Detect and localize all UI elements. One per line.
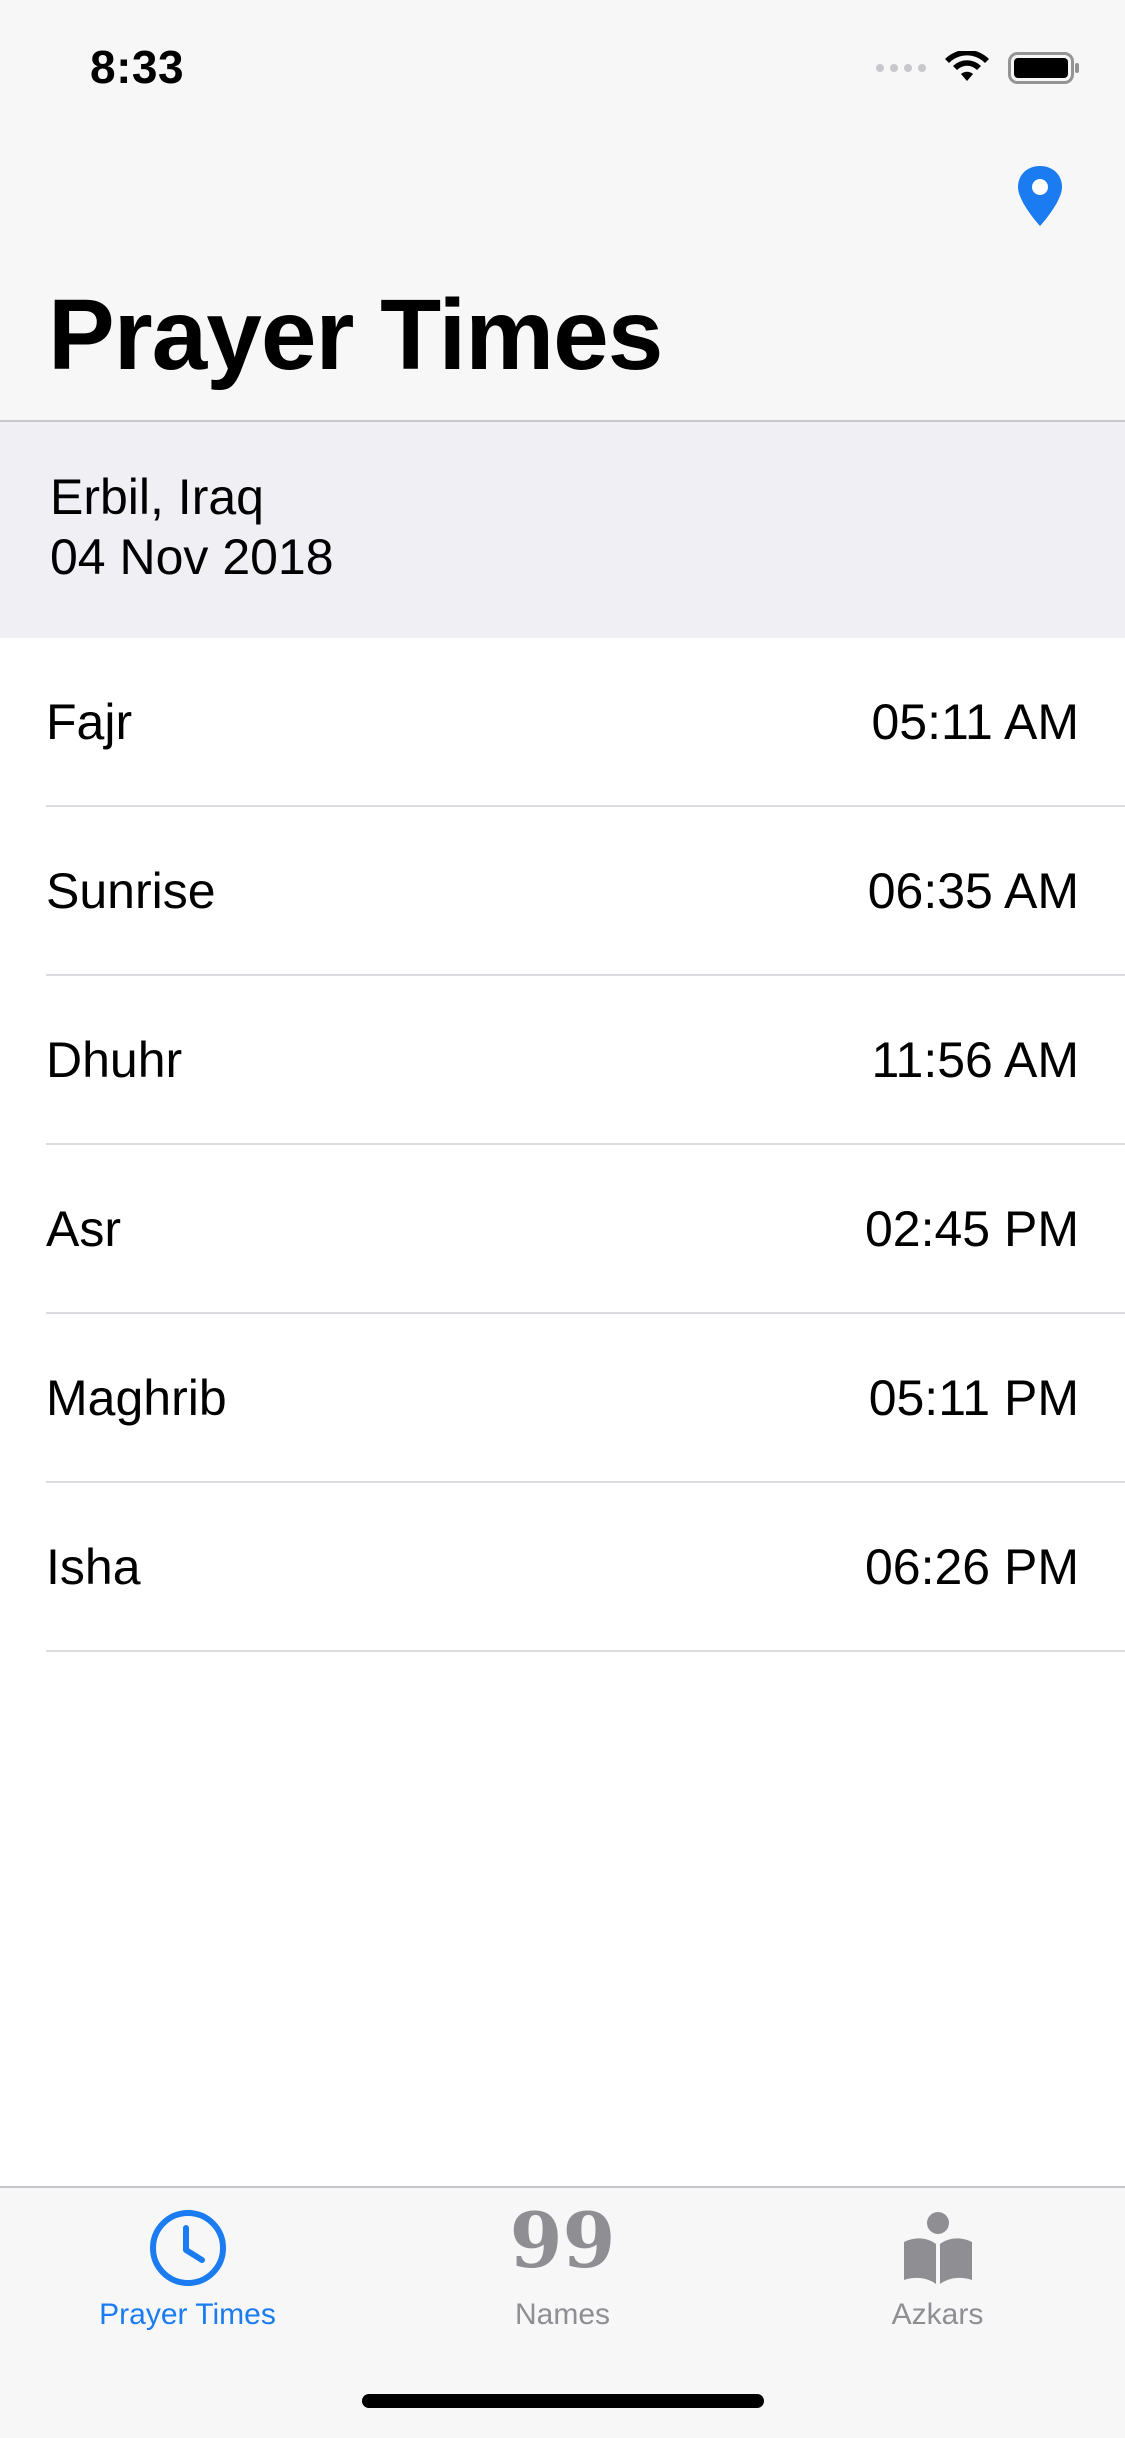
clock-icon [149,2210,226,2286]
prayer-time: 11:56 AM [871,1032,1079,1088]
tab-label: Names [514,2298,611,2331]
prayer-row-sunrise[interactable]: Sunrise 06:35 AM [46,807,1125,976]
cellular-signal-icon [876,64,926,72]
navigation-bar: Prayer Times [0,140,1125,422]
prayer-row-asr[interactable]: Asr 02:45 PM [46,1145,1125,1314]
date-label: 04 Nov 2018 [50,529,334,585]
status-icons [876,48,1080,88]
status-time: 8:33 [90,41,185,93]
location-pin-icon[interactable] [1015,164,1065,228]
location-label: Erbil, Iraq [50,469,264,525]
ninety-nine-icon: 99 [509,2196,616,2285]
prayer-name: Maghrib [46,1370,227,1426]
prayer-time: 06:35 AM [867,863,1079,919]
location-date-header: Erbil, Iraq 04 Nov 2018 [0,422,1125,638]
prayer-time: 02:45 PM [864,1201,1079,1257]
prayer-name: Asr [46,1201,121,1257]
prayer-name: Isha [46,1539,141,1595]
battery-icon [1008,52,1079,84]
page-title: Prayer Times [48,279,663,391]
status-bar: 8:33 [0,0,1125,140]
prayer-row-fajr[interactable]: Fajr 05:11 AM [46,638,1125,807]
wifi-icon [945,51,989,81]
prayer-name: Dhuhr [46,1032,183,1088]
prayer-row-maghrib[interactable]: Maghrib 05:11 PM [46,1314,1125,1483]
prayer-row-isha[interactable]: Isha 06:26 PM [46,1483,1125,1652]
prayer-name: Fajr [46,694,133,750]
tab-label: Prayer Times [99,2298,276,2331]
book-reader-icon [903,2212,972,2284]
tab-label: Azkars [891,2298,984,2331]
prayer-name: Sunrise [46,863,216,919]
prayer-time: 05:11 AM [871,694,1079,750]
tab-azkars[interactable]: Azkars [750,2188,1125,2358]
prayer-time: 05:11 PM [868,1370,1079,1426]
home-indicator [362,2394,764,2408]
prayer-row-dhuhr[interactable]: Dhuhr 11:56 AM [46,976,1125,1145]
tab-prayer-times[interactable]: Prayer Times [0,2188,375,2358]
tab-names[interactable]: 99 Names [375,2188,750,2358]
prayer-times-list: Fajr 05:11 AM Sunrise 06:35 AM Dhuhr 11:… [0,638,1125,1652]
prayer-time: 06:26 PM [864,1539,1079,1595]
